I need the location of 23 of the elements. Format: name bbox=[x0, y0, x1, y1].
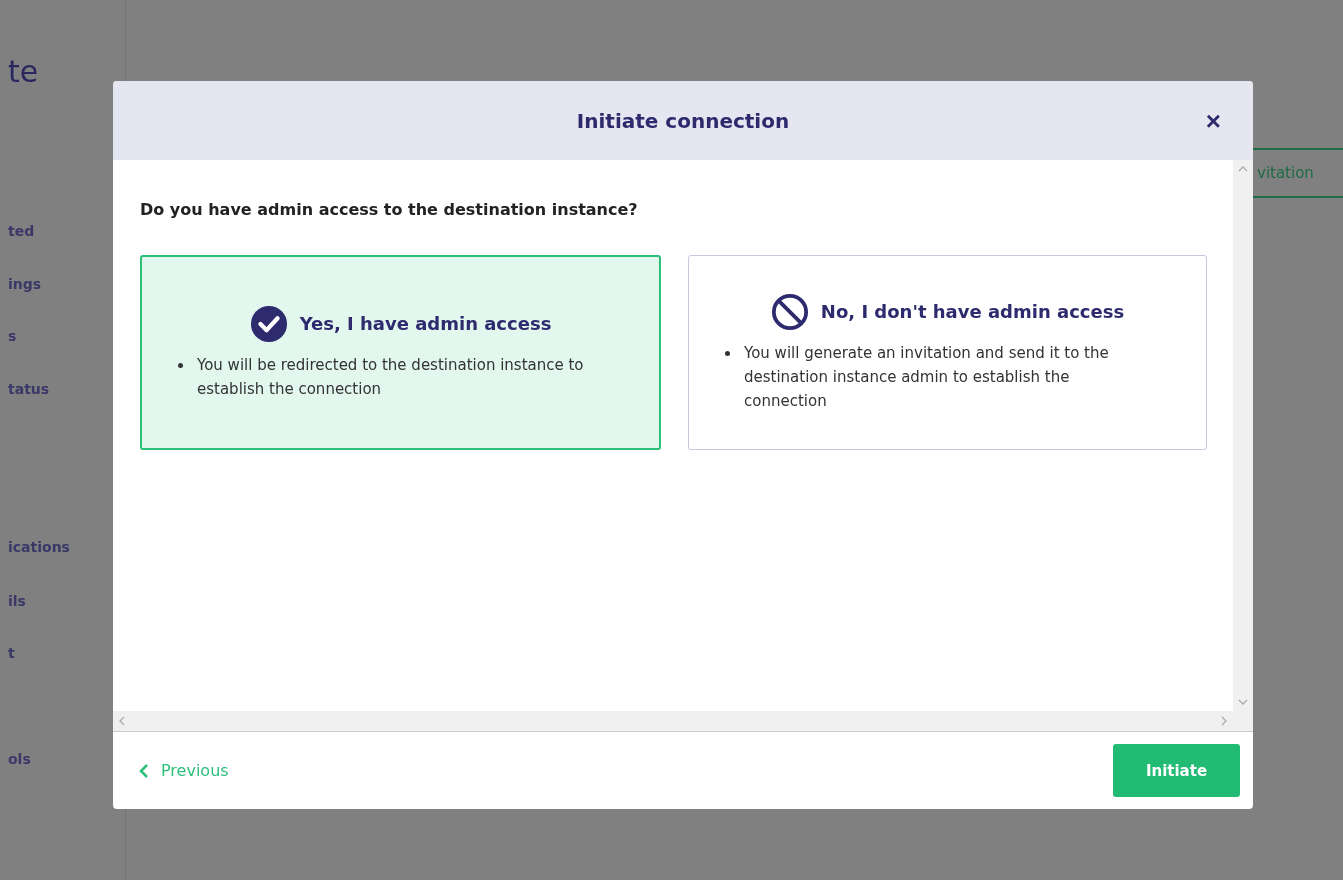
option-card[interactable]: No, I don't have admin access You will generate an invitation and send it to the destination instance admin to establish the connection bbox=[688, 255, 1207, 450]
scroll-up-icon[interactable] bbox=[1238, 166, 1248, 172]
vertical-scrollbar[interactable] bbox=[1233, 160, 1253, 711]
bullet-icon bbox=[178, 362, 183, 368]
option-card[interactable]: Yes, I have admin access You will be redirected to the destination instance to establish the connection bbox=[140, 255, 661, 450]
prohibited-icon bbox=[770, 292, 809, 331]
previous-link[interactable]: Previous bbox=[139, 761, 229, 780]
option-title: No, I don't have admin access bbox=[820, 301, 1125, 322]
close-button[interactable]: × bbox=[1203, 109, 1223, 133]
question-text: Do you have admin access to the destination instance? bbox=[140, 200, 639, 219]
check-circle-icon bbox=[249, 304, 288, 343]
scroll-right-icon[interactable] bbox=[1221, 716, 1227, 726]
initiate-button[interactable]: Initiate bbox=[1113, 744, 1240, 797]
page-title: te bbox=[8, 54, 40, 90]
option-description: You will generate an invitation and send it to the destination instance admin to establish the connection bbox=[744, 342, 1110, 412]
dialog-title: Initiate connection bbox=[576, 108, 790, 133]
chevron-left-icon bbox=[139, 763, 149, 778]
scroll-left-icon[interactable] bbox=[119, 716, 125, 726]
scroll-down-icon[interactable] bbox=[1238, 699, 1248, 705]
option-description: You will be redirected to the destination instance to establish the connection bbox=[197, 354, 585, 400]
horizontal-scrollbar[interactable] bbox=[113, 711, 1253, 732]
option-title: Yes, I have admin access bbox=[299, 313, 552, 334]
bullet-icon bbox=[725, 350, 730, 356]
